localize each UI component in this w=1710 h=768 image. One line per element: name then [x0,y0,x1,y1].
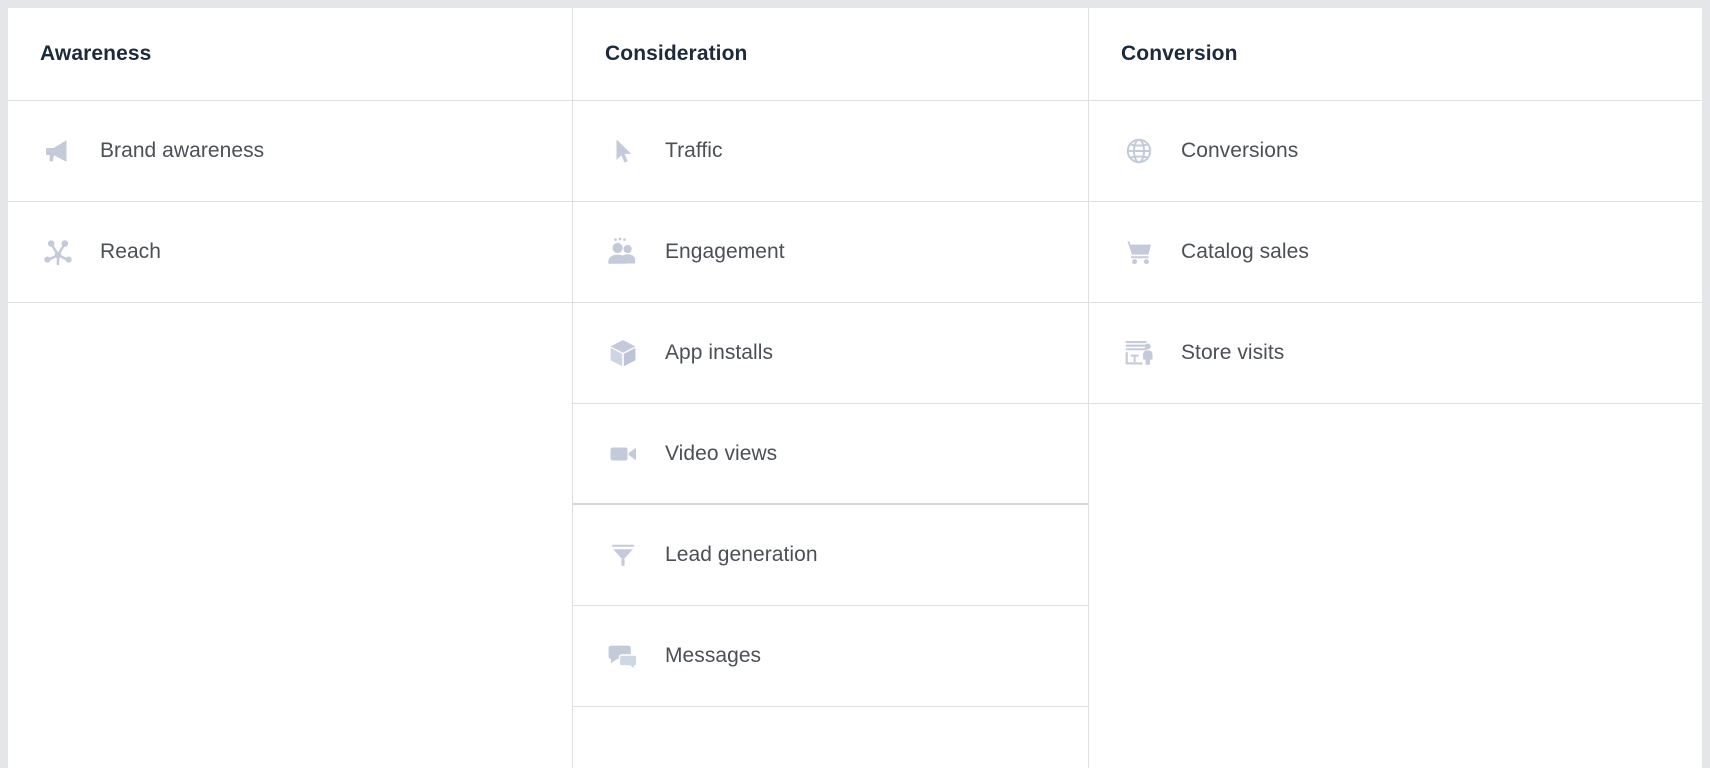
shopping-cart-icon [1119,232,1159,272]
objective-list-consideration: Traffic Engagement App installs Video vi… [573,101,1088,707]
globe-icon [1119,131,1159,171]
objective-label: Store visits [1181,341,1285,364]
objective-list-conversion: Conversions Catalog sales Store visits [1089,101,1702,404]
column-header-consideration: Consideration [573,8,1088,101]
column-header-title: Consideration [605,42,748,65]
cursor-arrow-icon [603,131,643,171]
reach-star-icon [38,232,78,272]
cube-box-icon [603,333,643,373]
objective-label: Lead generation [665,543,818,566]
objective-row-brand-awareness[interactable]: Brand awareness [8,101,572,202]
objective-row-conversions[interactable]: Conversions [1089,101,1702,202]
column-header-title: Awareness [40,42,152,65]
objective-label: Brand awareness [100,139,265,162]
objective-label: Reach [100,240,161,263]
video-camera-icon [603,434,643,474]
objective-column-consideration: Consideration Traffic Engagement App ins… [573,8,1089,768]
objective-row-video-views[interactable]: Video views [573,404,1088,505]
objective-label: Conversions [1181,139,1299,162]
objective-list-awareness: Brand awareness Reach [8,101,572,303]
objective-label: Messages [665,644,762,667]
campaign-objective-card: Awareness Brand awareness Reach Consider… [8,8,1702,768]
objective-label: Traffic [665,139,723,162]
objective-label: Video views [665,441,778,465]
objective-row-lead-generation[interactable]: Lead generation [573,505,1088,606]
objective-row-traffic[interactable]: Traffic [573,101,1088,202]
column-header-title: Conversion [1121,42,1238,65]
megaphone-icon [38,131,78,171]
column-header-awareness: Awareness [8,8,572,101]
objective-column-conversion: Conversion Conversions Catalog sales Sto… [1089,8,1702,768]
objective-row-catalog-sales[interactable]: Catalog sales [1089,202,1702,303]
column-header-conversion: Conversion [1089,8,1702,101]
objective-row-store-visits[interactable]: Store visits [1089,303,1702,404]
funnel-icon [603,535,643,575]
objective-label: Catalog sales [1181,240,1309,263]
objective-row-app-installs[interactable]: App installs [573,303,1088,404]
storefront-icon [1119,333,1159,373]
objective-row-engagement[interactable]: Engagement [573,202,1088,303]
people-group-icon [603,232,643,272]
objective-label: App installs [665,341,773,364]
objective-row-messages[interactable]: Messages [573,606,1088,707]
chat-bubbles-icon [603,636,643,676]
objective-row-reach[interactable]: Reach [8,202,572,303]
objective-label: Engagement [665,240,785,263]
objective-column-awareness: Awareness Brand awareness Reach [8,8,573,768]
